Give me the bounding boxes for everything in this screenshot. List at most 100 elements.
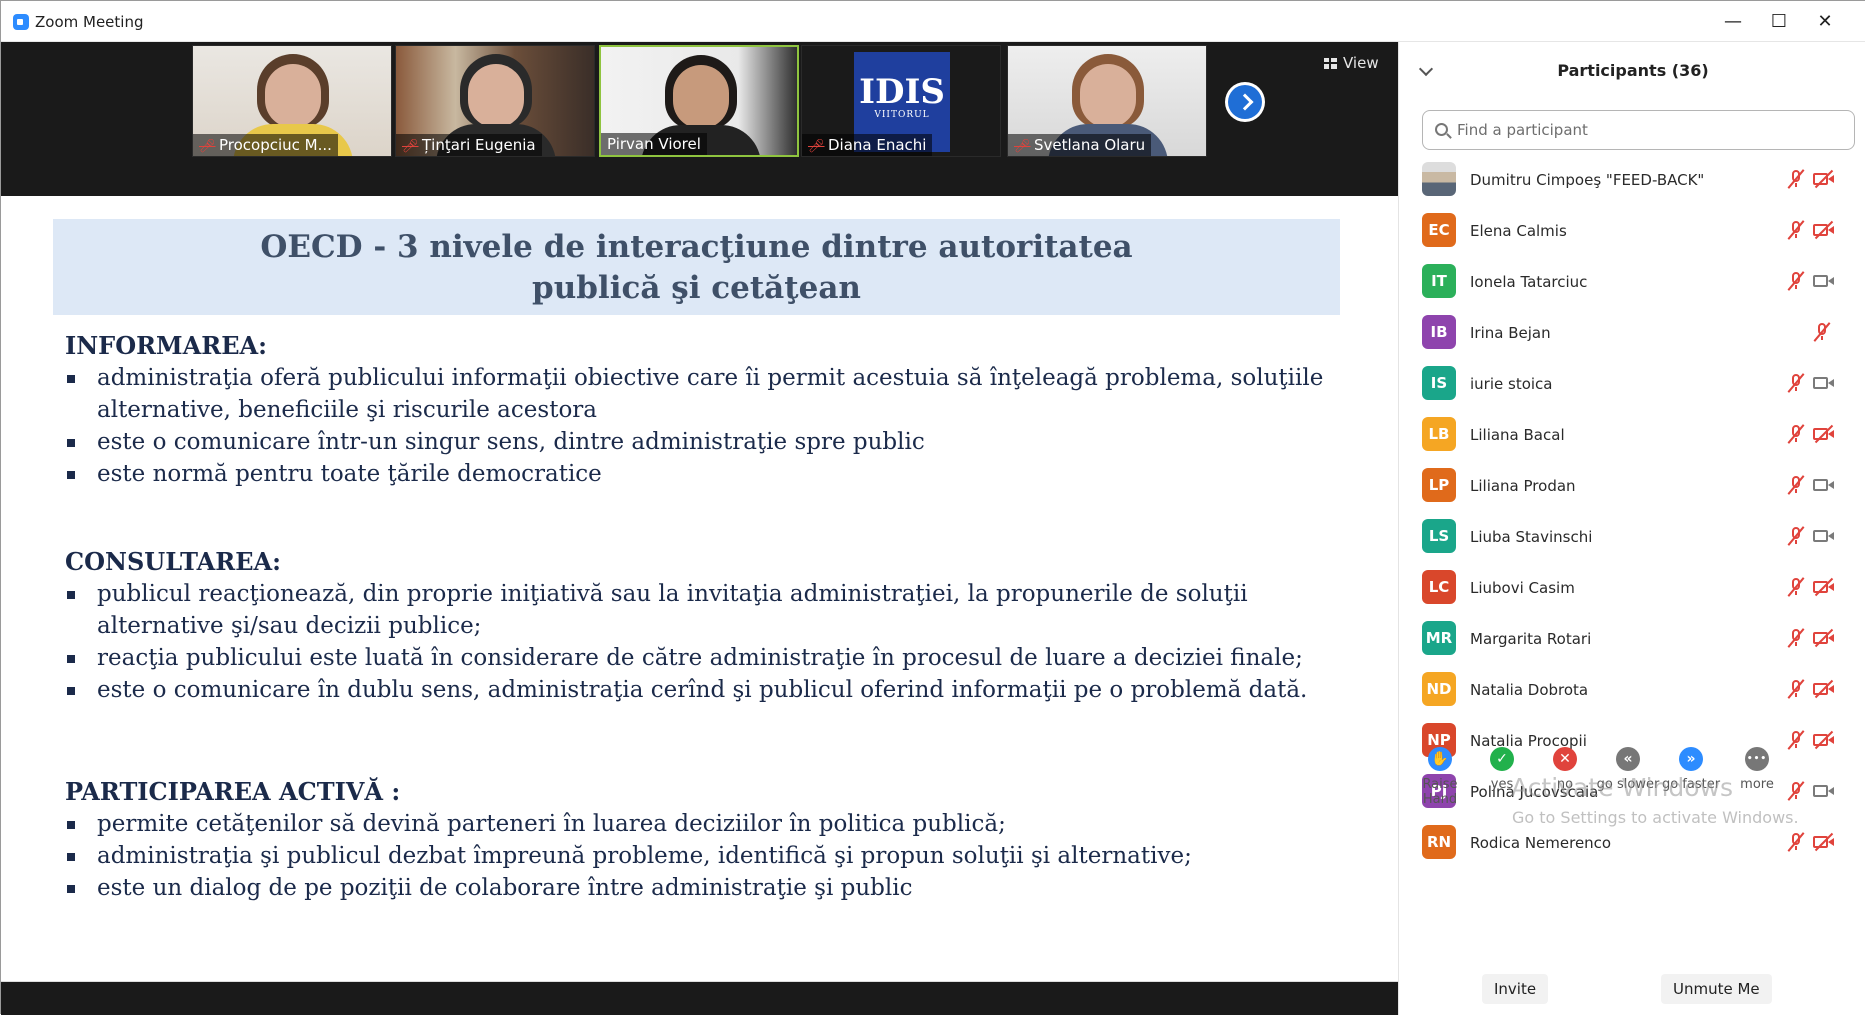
participant-row[interactable]: LC Liubovi Casim (1399, 563, 1865, 614)
video-off-icon (1813, 220, 1835, 240)
muted-mic-icon (1787, 475, 1805, 495)
activate-windows-subtext: Go to Settings to activate Windows. (1512, 808, 1799, 827)
participant-row[interactable]: EC Elena Calmis (1399, 206, 1865, 257)
muted-mic-icon: 🎤︎ (199, 139, 216, 154)
video-tile-label: Procopciuc M... (219, 136, 332, 154)
avatar: LP (1422, 468, 1456, 502)
more-icon: ••• (1745, 747, 1769, 771)
zoom-app-icon (13, 14, 29, 30)
participant-search[interactable] (1422, 110, 1855, 150)
participant-row[interactable]: IS iurie stoica (1399, 359, 1865, 410)
participant-name: Liubovi Casim (1470, 579, 1575, 597)
participant-name: Elena Calmis (1470, 222, 1567, 240)
participant-row[interactable]: LS Liuba Stavinschi (1399, 512, 1865, 563)
reaction-raise-hand[interactable]: ✋ Raise Hand (1405, 747, 1475, 807)
avatar: ND (1422, 672, 1456, 706)
view-button[interactable]: View (1324, 54, 1379, 72)
reaction-label: Raise Hand (1422, 777, 1458, 807)
title-bar: Zoom Meeting — ☐ ✕ (1, 1, 1865, 42)
bullet-item: este o comunicare într-un singur sens, d… (65, 426, 1335, 458)
participant-search-input[interactable] (1457, 119, 1837, 141)
avatar: IT (1422, 264, 1456, 298)
avatar: LB (1422, 417, 1456, 451)
check-icon: ✓ (1490, 747, 1514, 771)
video-tile[interactable]: IDIS VIITORUL 🎤︎ Diana Enachi (801, 45, 1001, 157)
participant-name: Liliana Bacal (1470, 426, 1565, 444)
bullet-list: publicul reacţionează, din proprie iniţi… (65, 578, 1335, 706)
muted-mic-icon: 🎤︎ (1014, 139, 1031, 154)
meeting-controls-bar (1, 982, 1398, 1015)
avatar: MR (1422, 621, 1456, 655)
video-tile[interactable]: 🎤︎ Procopciuc M... (192, 45, 392, 157)
video-off-icon (1813, 424, 1835, 444)
video-tile-name: 🎤︎ Ținţari Eugenia (396, 134, 542, 156)
invite-button[interactable]: Invite (1482, 974, 1549, 1004)
participant-name: Margarita Rotari (1470, 630, 1592, 648)
participant-row[interactable]: IT Ionela Tatarciuc (1399, 257, 1865, 308)
x-icon: ✕ (1553, 747, 1577, 771)
window-title: Zoom Meeting (35, 13, 144, 31)
section-heading: INFORMAREA: (65, 331, 267, 360)
video-tile-label: Svetlana Olaru (1034, 136, 1146, 154)
video-camera-icon (1813, 477, 1835, 493)
participant-row[interactable]: IB Irina Bejan (1399, 308, 1865, 359)
avatar: LS (1422, 519, 1456, 553)
participants-panel: Participants (36) Dumitru Cimpoeş "FEED-… (1398, 42, 1865, 1015)
video-tile-name: 🎤︎ Svetlana Olaru (1008, 134, 1152, 156)
muted-mic-icon (1787, 577, 1805, 597)
participants-title: Participants (36) (1557, 61, 1709, 80)
bullet-item: permite cetăţenilor să devină parteneri … (65, 808, 1335, 840)
video-tile-label: Diana Enachi (828, 136, 927, 154)
search-icon (1435, 123, 1448, 136)
bullet-item: administraţia şi publicul dezbat împreun… (65, 840, 1335, 872)
bullet-item: reacţia publicului este luată în conside… (65, 642, 1335, 674)
view-label: View (1343, 54, 1379, 72)
participant-row[interactable]: Dumitru Cimpoeş "FEED-BACK" (1399, 155, 1865, 206)
muted-mic-icon: 🎤︎ (808, 139, 825, 154)
video-camera-icon (1813, 273, 1835, 289)
avatar: EC (1422, 213, 1456, 247)
video-tile-name: 🎤︎ Diana Enachi (802, 134, 933, 156)
section-heading: PARTICIPAREA ACTIVĂ : (65, 777, 401, 806)
muted-mic-icon (1787, 832, 1805, 852)
participant-row[interactable]: LP Liliana Prodan (1399, 461, 1865, 512)
video-tile[interactable]: Pirvan Viorel (599, 45, 799, 157)
slide-section: PARTICIPAREA ACTIVĂ : permite cetăţenilor… (65, 777, 1335, 904)
video-camera-icon (1813, 375, 1835, 391)
close-button[interactable]: ✕ (1802, 7, 1848, 37)
participant-row[interactable]: ND Natalia Dobrota (1399, 665, 1865, 716)
participant-row[interactable]: MR Margarita Rotari (1399, 614, 1865, 665)
participant-name: Liuba Stavinschi (1470, 528, 1593, 546)
muted-mic-icon (1787, 424, 1805, 444)
zoom-window: Zoom Meeting — ☐ ✕ 🎤︎ Procopciuc M... 🎤︎ Ți… (0, 0, 1865, 1015)
slide-section: CONSULTAREA: publicul reacţionează, din p… (65, 547, 1335, 706)
shared-slide: OECD - 3 nivele de interacţiune dintre a… (1, 196, 1398, 982)
muted-mic-icon (1813, 322, 1831, 342)
participant-name: Rodica Nemerenco (1470, 834, 1612, 852)
muted-mic-icon (1787, 679, 1805, 699)
participant-name: Liliana Prodan (1470, 477, 1576, 495)
participant-name: Natalia Dobrota (1470, 681, 1589, 699)
avatar: RN (1422, 825, 1456, 859)
bullet-item: este normă pentru toate ţările democrati… (65, 458, 1335, 490)
next-page-arrow-icon[interactable] (1225, 82, 1265, 122)
maximize-button[interactable]: ☐ (1756, 7, 1802, 37)
video-tile[interactable]: 🎤︎ Svetlana Olaru (1007, 45, 1207, 157)
video-tile-name: Pirvan Viorel (601, 133, 707, 155)
video-tile-name: 🎤︎ Procopciuc M... (193, 134, 338, 156)
video-tile[interactable]: 🎤︎ Ținţari Eugenia (395, 45, 595, 157)
bullet-list: administraţia oferă publicului informaţi… (65, 362, 1335, 490)
rewind-icon: « (1616, 747, 1640, 771)
muted-mic-icon (1787, 526, 1805, 546)
bullet-list: permite cetăţenilor să devină parteneri … (65, 808, 1335, 904)
participant-row[interactable]: LB Liliana Bacal (1399, 410, 1865, 461)
video-camera-icon (1813, 528, 1835, 544)
unmute-me-button[interactable]: Unmute Me (1661, 974, 1772, 1004)
minimize-button[interactable]: — (1710, 7, 1756, 37)
raise-hand-icon: ✋ (1428, 747, 1452, 771)
muted-mic-icon (1787, 169, 1805, 189)
muted-mic-icon (1787, 373, 1805, 393)
video-strip: 🎤︎ Procopciuc M... 🎤︎ Ținţari Eugenia Pirvan… (1, 42, 1398, 196)
video-off-icon (1813, 628, 1835, 648)
video-off-icon (1813, 832, 1835, 852)
